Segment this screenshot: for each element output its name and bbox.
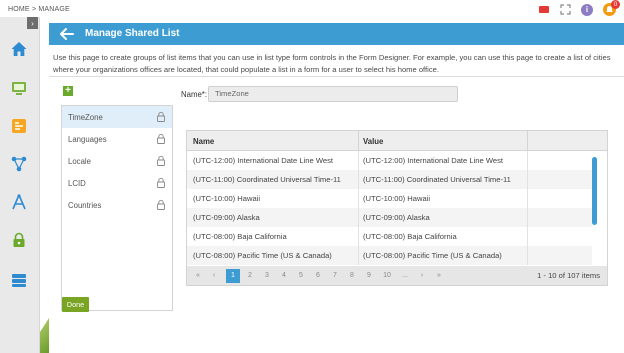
list-item-label: LCID <box>68 179 86 188</box>
cell-value: (UTC-09:00) Alaska <box>363 213 430 222</box>
done-button[interactable]: Done <box>62 297 89 312</box>
first-page-button[interactable]: « <box>191 269 205 283</box>
table-row[interactable]: (UTC-08:00) Baja California (UTC-08:00) … <box>187 227 592 246</box>
column-divider <box>527 131 528 151</box>
cell-name: (UTC-10:00) Hawaii <box>193 194 261 203</box>
breadcrumb[interactable]: HOME > MANAGE <box>8 6 70 13</box>
panel-header: Manage Shared List <box>49 23 624 45</box>
column-divider <box>358 170 359 189</box>
column-divider <box>358 227 359 246</box>
list-item-lcid[interactable]: LCID <box>62 172 172 194</box>
column-divider <box>527 227 528 246</box>
page-button-10[interactable]: 10 <box>379 269 395 283</box>
cell-value: (UTC-08:00) Pacific Time (US & Canada) <box>363 251 502 260</box>
table-row[interactable]: (UTC-11:00) Coordinated Universal Time-1… <box>187 170 592 189</box>
name-field-label: Name*: <box>181 90 207 99</box>
table-row[interactable]: (UTC-08:00) Pacific Time (US & Canada) (… <box>187 246 592 265</box>
cell-name: (UTC-08:00) Pacific Time (US & Canada) <box>193 251 332 260</box>
list-item-languages[interactable]: Languages <box>62 128 172 150</box>
page-button-more[interactable]: ... <box>398 269 412 283</box>
page-button-1[interactable]: 1 <box>226 269 240 283</box>
table-row[interactable]: (UTC-12:00) International Date Line West… <box>187 151 592 170</box>
next-page-button[interactable]: › <box>415 269 429 283</box>
lock-icon <box>157 133 165 144</box>
manage-shared-list-panel: Manage Shared List Use this page to crea… <box>49 23 624 353</box>
cell-name: (UTC-12:00) International Date Line West <box>193 156 333 165</box>
page-button-3[interactable]: 3 <box>260 269 274 283</box>
left-sidebar: › <box>0 17 40 353</box>
cell-name: (UTC-08:00) Baja California <box>193 232 287 241</box>
page-button-8[interactable]: 8 <box>345 269 359 283</box>
decorative-stripe <box>40 318 49 353</box>
fullscreen-icon[interactable] <box>559 4 571 16</box>
lock-icon[interactable] <box>8 230 30 250</box>
column-divider <box>527 151 528 170</box>
cell-value: (UTC-11:00) Coordinated Universal Time-1… <box>363 175 511 184</box>
prev-page-button[interactable]: ‹ <box>207 269 221 283</box>
list-item-countries[interactable]: Countries <box>62 194 172 216</box>
list-item-locale[interactable]: Locale <box>62 150 172 172</box>
page-description: Use this page to create groups of list i… <box>53 53 611 74</box>
column-divider <box>358 131 359 151</box>
top-bar: HOME > MANAGE i 0 <box>0 0 624 20</box>
page-title: Manage Shared List <box>85 28 180 39</box>
info-icon[interactable]: i <box>581 3 593 16</box>
column-divider <box>358 246 359 265</box>
grid-header: Name Value <box>187 131 607 151</box>
column-divider <box>358 151 359 170</box>
sidebar-toggle[interactable]: › <box>27 17 38 29</box>
network-icon[interactable] <box>8 154 30 174</box>
cell-value: (UTC-08:00) Baja California <box>363 232 457 241</box>
column-divider <box>358 189 359 208</box>
list-item-label: Locale <box>68 157 91 166</box>
database-icon[interactable] <box>8 270 30 290</box>
cell-name: (UTC-09:00) Alaska <box>193 213 260 222</box>
last-page-button[interactable]: » <box>432 269 446 283</box>
list-item-label: Countries <box>68 201 102 210</box>
column-divider <box>358 208 359 227</box>
top-icons: i 0 <box>539 0 620 16</box>
column-header-value[interactable]: Value <box>363 137 383 146</box>
column-divider <box>527 246 528 265</box>
compass-icon[interactable] <box>8 192 30 212</box>
shared-lists: TimeZone Languages Locale LCID Countries <box>61 105 173 311</box>
list-item-label: TimeZone <box>68 113 103 122</box>
page-button-2[interactable]: 2 <box>243 269 257 283</box>
lock-icon <box>157 111 165 122</box>
pager-info: 1 - 10 of 107 items <box>537 271 600 280</box>
lock-icon <box>157 155 165 166</box>
column-divider <box>527 189 528 208</box>
list-item-timezone[interactable]: TimeZone <box>62 106 172 128</box>
table-row[interactable]: (UTC-09:00) Alaska (UTC-09:00) Alaska <box>187 208 592 227</box>
add-list-button[interactable]: + <box>63 86 73 96</box>
divider <box>49 76 624 77</box>
page-button-9[interactable]: 9 <box>362 269 376 283</box>
notification-count: 0 <box>611 0 620 9</box>
column-divider <box>527 170 528 189</box>
table-row[interactable]: (UTC-10:00) Hawaii (UTC-10:00) Hawaii <box>187 189 592 208</box>
bell-icon[interactable]: 0 <box>603 0 620 16</box>
page-button-4[interactable]: 4 <box>277 269 291 283</box>
page-button-6[interactable]: 6 <box>311 269 325 283</box>
page-button-7[interactable]: 7 <box>328 269 342 283</box>
page-button-5[interactable]: 5 <box>294 269 308 283</box>
home-icon[interactable] <box>8 39 30 59</box>
column-divider <box>527 208 528 227</box>
lock-icon <box>157 177 165 188</box>
grid-pager: « ‹ 1 2 3 4 5 6 7 8 9 10 ... › » 1 - 10 … <box>186 266 608 286</box>
cell-value: (UTC-10:00) Hawaii <box>363 194 431 203</box>
list-item-label: Languages <box>68 135 107 144</box>
grid-scrollbar[interactable] <box>592 157 597 225</box>
back-arrow-icon[interactable] <box>59 26 75 42</box>
cell-name: (UTC-11:00) Coordinated Universal Time-1… <box>193 175 341 184</box>
name-input[interactable]: TimeZone <box>208 86 458 102</box>
monitor-icon[interactable] <box>8 78 30 98</box>
cell-value: (UTC-12:00) International Date Line West <box>363 156 503 165</box>
lock-icon <box>157 199 165 210</box>
column-header-name[interactable]: Name <box>193 137 214 146</box>
workflow-icon[interactable] <box>8 116 30 136</box>
list-items-grid: Name Value (UTC-12:00) International Dat… <box>186 130 608 286</box>
flag-icon[interactable] <box>539 6 549 13</box>
